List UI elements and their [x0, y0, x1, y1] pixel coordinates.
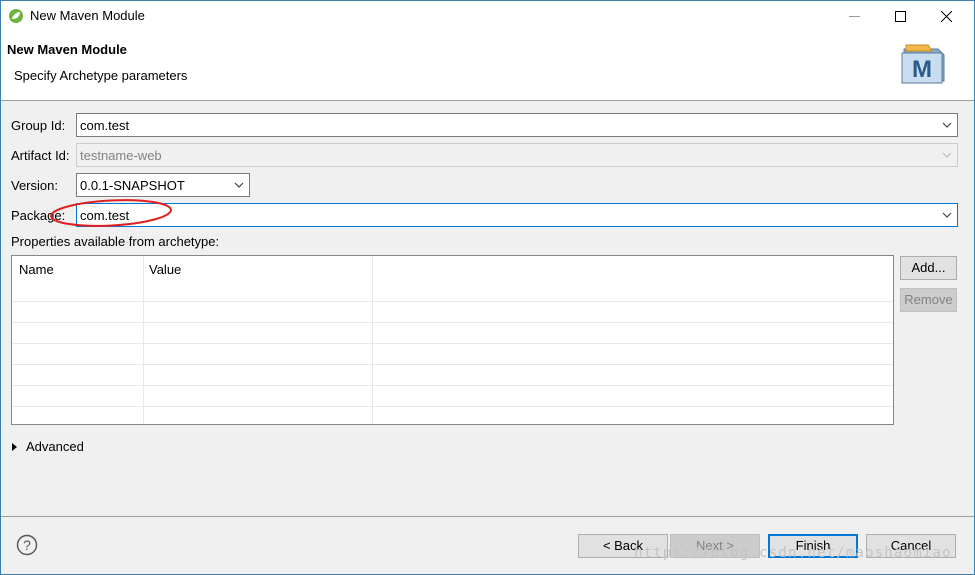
next-button: Next > [670, 534, 760, 558]
maximize-button[interactable] [877, 1, 923, 31]
expand-triangle-icon [12, 442, 17, 451]
table-row [12, 406, 893, 407]
remove-property-button: Remove [900, 288, 957, 312]
wizard-title: New Maven Module [7, 42, 127, 57]
properties-label: Properties available from archetype: [11, 234, 220, 249]
column-divider [372, 256, 373, 424]
svg-text:?: ? [23, 537, 31, 553]
artifact-id-label: Artifact Id: [11, 148, 70, 163]
advanced-label: Advanced [26, 439, 84, 454]
table-row [12, 364, 893, 365]
chevron-down-icon[interactable] [231, 177, 247, 193]
footer-separator [1, 516, 974, 517]
help-icon[interactable]: ? [16, 534, 38, 556]
table-row [12, 301, 893, 302]
close-icon [940, 10, 952, 22]
maven-module-dialog: New Maven Module New Maven Module Specif… [0, 0, 975, 575]
artifact-id-value: testname-web [80, 148, 162, 163]
column-divider [143, 256, 144, 424]
wizard-subtitle: Specify Archetype parameters [14, 68, 188, 83]
chevron-down-icon[interactable] [939, 207, 955, 223]
maven-m-icon: M [901, 44, 945, 84]
window-title: New Maven Module [30, 8, 145, 23]
add-property-button[interactable]: Add... [900, 256, 957, 280]
group-id-value: com.test [80, 118, 130, 133]
chevron-down-icon [942, 152, 952, 158]
artifact-id-combo: testname-web [76, 143, 958, 167]
column-header-name[interactable]: Name [19, 262, 54, 277]
version-value: 0.0.1-SNAPSHOT [80, 178, 185, 193]
finish-button[interactable]: Finish [768, 534, 858, 558]
version-combo[interactable]: 0.0.1-SNAPSHOT [76, 173, 250, 197]
back-button[interactable]: < Back [578, 534, 668, 558]
cancel-button[interactable]: Cancel [866, 534, 956, 558]
properties-table[interactable]: Name Value [11, 255, 894, 425]
group-id-label: Group Id: [11, 118, 66, 133]
group-id-combo[interactable]: com.test [76, 113, 958, 137]
package-value: com.test [80, 208, 130, 223]
spring-leaf-icon [9, 9, 23, 23]
svg-text:M: M [912, 56, 932, 83]
title-bar: New Maven Module [1, 1, 974, 31]
maximize-icon [894, 10, 906, 22]
chevron-down-icon[interactable] [939, 117, 955, 133]
table-row [12, 343, 893, 344]
wizard-banner: New Maven Module Specify Archetype param… [1, 31, 974, 101]
close-button[interactable] [923, 1, 969, 31]
minimize-icon [848, 15, 860, 17]
minimize-button[interactable] [831, 1, 877, 31]
table-row [12, 322, 893, 323]
table-row [12, 385, 893, 386]
package-combo[interactable]: com.test [76, 203, 958, 227]
advanced-toggle[interactable]: Advanced [12, 439, 84, 454]
package-label: Package: [11, 208, 66, 223]
column-header-value[interactable]: Value [149, 262, 181, 277]
version-label: Version: [11, 178, 58, 193]
